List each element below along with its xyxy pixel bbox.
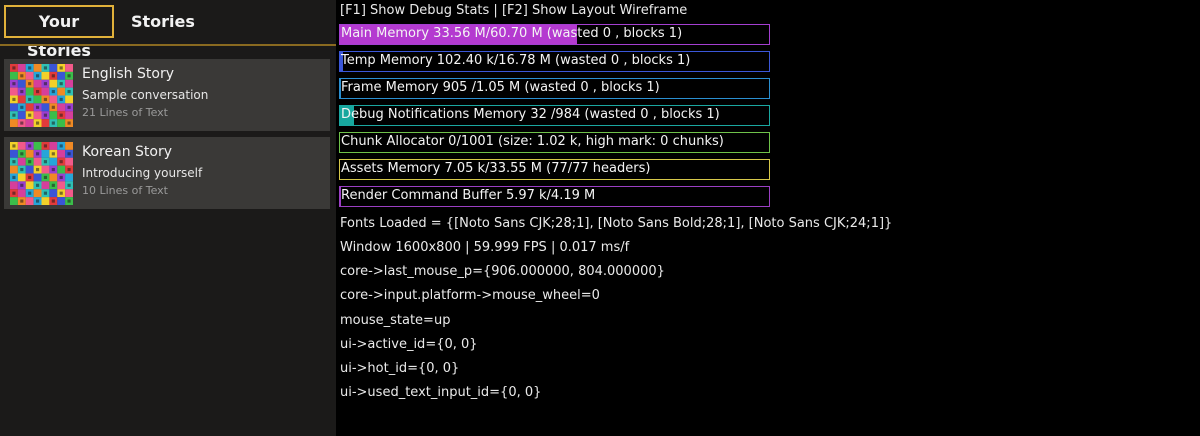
- debug-mouse-position: core->last_mouse_p={906.000000, 804.0000…: [340, 264, 665, 279]
- memory-bar-main: Main Memory 33.56 M/60.70 M (wasted 0 , …: [339, 24, 770, 45]
- memory-bar-temp: Temp Memory 102.40 k/16.78 M (wasted 0 ,…: [339, 51, 770, 72]
- tab-divider: [0, 44, 336, 46]
- story-subtitle: Introducing yourself: [82, 166, 203, 180]
- debug-text-input-id: ui->used_text_input_id={0, 0}: [340, 385, 542, 400]
- app-window: Your Stories Stories English Story Sampl…: [0, 0, 1200, 436]
- memory-bar-label: Assets Memory 7.05 k/33.55 M (77/77 head…: [341, 161, 651, 176]
- story-card[interactable]: Korean Story Introducing yourself 10 Lin…: [4, 137, 330, 209]
- story-card[interactable]: English Story Sample conversation 21 Lin…: [4, 59, 330, 131]
- story-sidebar: Your Stories Stories English Story Sampl…: [0, 0, 336, 436]
- debug-mouse-wheel: core->input.platform->mouse_wheel=0: [340, 288, 600, 303]
- memory-bar-label: Main Memory 33.56 M/60.70 M (wasted 0 , …: [341, 26, 683, 41]
- debug-overlay: [F1] Show Debug Stats | [F2] Show Layout…: [336, 0, 1200, 436]
- memory-bar-label: Temp Memory 102.40 k/16.78 M (wasted 0 ,…: [341, 53, 691, 68]
- story-thumbnail-icon: [10, 142, 73, 205]
- tab-your-stories[interactable]: Your Stories: [4, 5, 114, 60]
- memory-bar-label: Debug Notifications Memory 32 /984 (wast…: [341, 107, 720, 122]
- debug-hot-id: ui->hot_id={0, 0}: [340, 361, 460, 376]
- story-title: English Story: [82, 66, 174, 82]
- debug-fonts-loaded: Fonts Loaded = {[Noto Sans CJK;28;1], [N…: [340, 216, 893, 231]
- debug-window-stats: Window 1600x800 | 59.999 FPS | 0.017 ms/…: [340, 240, 630, 255]
- memory-bar-frame: Frame Memory 905 /1.05 M (wasted 0 , blo…: [339, 78, 770, 99]
- debug-mouse-state: mouse_state=up: [340, 313, 451, 328]
- memory-bar-label: Render Command Buffer 5.97 k/4.19 M: [341, 188, 596, 203]
- story-subtitle: Sample conversation: [82, 88, 209, 102]
- memory-bar-assets: Assets Memory 7.05 k/33.55 M (77/77 head…: [339, 159, 770, 180]
- debug-hint: [F1] Show Debug Stats | [F2] Show Layout…: [340, 3, 688, 18]
- tab-stories[interactable]: Stories: [131, 5, 201, 38]
- story-line-count: 21 Lines of Text: [82, 106, 168, 119]
- story-line-count: 10 Lines of Text: [82, 184, 168, 197]
- memory-bar-render-command-buffer: Render Command Buffer 5.97 k/4.19 M: [339, 186, 770, 207]
- memory-bar-chunk-allocator: Chunk Allocator 0/1001 (size: 1.02 k, hi…: [339, 132, 770, 153]
- tab-bar: Your Stories Stories: [0, 0, 336, 60]
- memory-bar-label: Chunk Allocator 0/1001 (size: 1.02 k, hi…: [341, 134, 724, 149]
- story-thumbnail-icon: [10, 64, 73, 127]
- story-title: Korean Story: [82, 144, 172, 160]
- debug-active-id: ui->active_id={0, 0}: [340, 337, 478, 352]
- memory-bar-label: Frame Memory 905 /1.05 M (wasted 0 , blo…: [341, 80, 660, 95]
- memory-bar-debug-notifications: Debug Notifications Memory 32 /984 (wast…: [339, 105, 770, 126]
